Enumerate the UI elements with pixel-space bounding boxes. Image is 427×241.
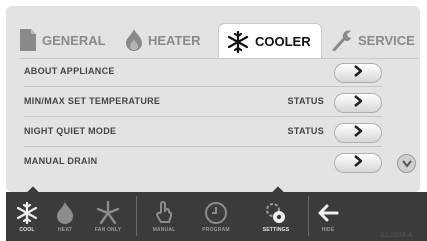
row-label: ABOUT APPLIANCE xyxy=(24,66,115,76)
open-manual-drain-button[interactable] xyxy=(334,153,382,173)
nav-cool[interactable]: COOL xyxy=(12,192,42,241)
settings-icon xyxy=(264,200,288,226)
nav-hide[interactable]: HIDE xyxy=(314,192,342,241)
tab-general[interactable]: GENERAL xyxy=(20,20,106,60)
chevron-right-icon xyxy=(352,94,364,112)
clock-icon xyxy=(204,200,228,226)
nav-heat[interactable]: HEAT xyxy=(52,192,78,241)
row-status: STATUS xyxy=(287,126,324,136)
nav-label: PROGRAM xyxy=(202,227,230,233)
snowflake-icon xyxy=(16,200,38,226)
nav-fan-only[interactable]: FAN ONLY xyxy=(88,192,128,241)
chevron-right-icon xyxy=(352,154,364,172)
nav-settings[interactable]: SETTINGS xyxy=(254,192,298,241)
row-divider xyxy=(24,146,382,147)
nav-separator xyxy=(308,196,309,236)
nav-manual[interactable]: MANUAL xyxy=(146,192,182,241)
snowflake-icon xyxy=(227,30,249,53)
menu-row-night-quiet-mode[interactable]: NIGHT QUIET MODE STATUS xyxy=(24,119,420,147)
tab-cooler[interactable]: COOLER xyxy=(218,23,322,59)
nav-label: HIDE xyxy=(321,227,335,233)
document-icon xyxy=(20,29,36,51)
nav-label: HEAT xyxy=(57,227,73,233)
open-about-appliance-button[interactable] xyxy=(334,63,382,83)
open-min-max-temperature-button[interactable] xyxy=(334,93,382,113)
fan-icon xyxy=(96,200,120,226)
menu-row-about-appliance[interactable]: ABOUT APPLIANCE xyxy=(24,59,420,87)
flame-icon xyxy=(126,29,142,51)
menu-row-manual-drain[interactable]: MANUAL DRAIN xyxy=(24,149,420,177)
chevron-right-icon xyxy=(352,124,364,142)
tab-label: COOLER xyxy=(255,34,311,49)
nav-label: FAN ONLY xyxy=(94,227,122,233)
tab-label: SERVICE xyxy=(358,32,415,48)
nav-label: SETTINGS xyxy=(262,227,290,233)
menu-row-min-max-set-temperature[interactable]: MIN/MAX SET TEMPERATURE STATUS xyxy=(24,89,420,117)
flame-icon xyxy=(57,200,73,226)
tab-service[interactable]: SERVICE xyxy=(332,20,415,60)
row-label: MIN/MAX SET TEMPERATURE xyxy=(24,96,161,106)
tab-label: HEATER xyxy=(148,32,201,48)
illustration-code: ILL1664-A xyxy=(380,232,413,239)
back-arrow-icon xyxy=(317,200,339,226)
nav-label: MANUAL xyxy=(152,227,176,233)
scroll-down-button[interactable] xyxy=(397,154,416,173)
row-divider xyxy=(24,86,382,87)
settings-panel: GENERAL HEATER COOLER SERVICE ABOUT APPL… xyxy=(6,6,420,192)
open-night-quiet-mode-button[interactable] xyxy=(334,123,382,143)
nav-label: COOL xyxy=(19,227,35,233)
row-label: NIGHT QUIET MODE xyxy=(24,126,117,136)
screen: GENERAL HEATER COOLER SERVICE ABOUT APPL… xyxy=(0,0,427,241)
hand-icon xyxy=(155,200,173,226)
tab-label: GENERAL xyxy=(42,32,106,48)
nav-program[interactable]: PROGRAM xyxy=(196,192,236,241)
row-status: STATUS xyxy=(287,96,324,106)
chevron-right-icon xyxy=(352,64,364,82)
nav-separator xyxy=(136,196,137,236)
chevron-down-icon xyxy=(401,155,412,173)
tab-heater[interactable]: HEATER xyxy=(126,20,200,60)
bottom-nav-bar: COOL HEAT FAN ONLY MANUAL PROGRAM SETTIN… xyxy=(6,192,427,241)
row-divider xyxy=(24,116,382,117)
wrench-icon xyxy=(332,29,352,51)
row-label: MANUAL DRAIN xyxy=(24,156,98,166)
